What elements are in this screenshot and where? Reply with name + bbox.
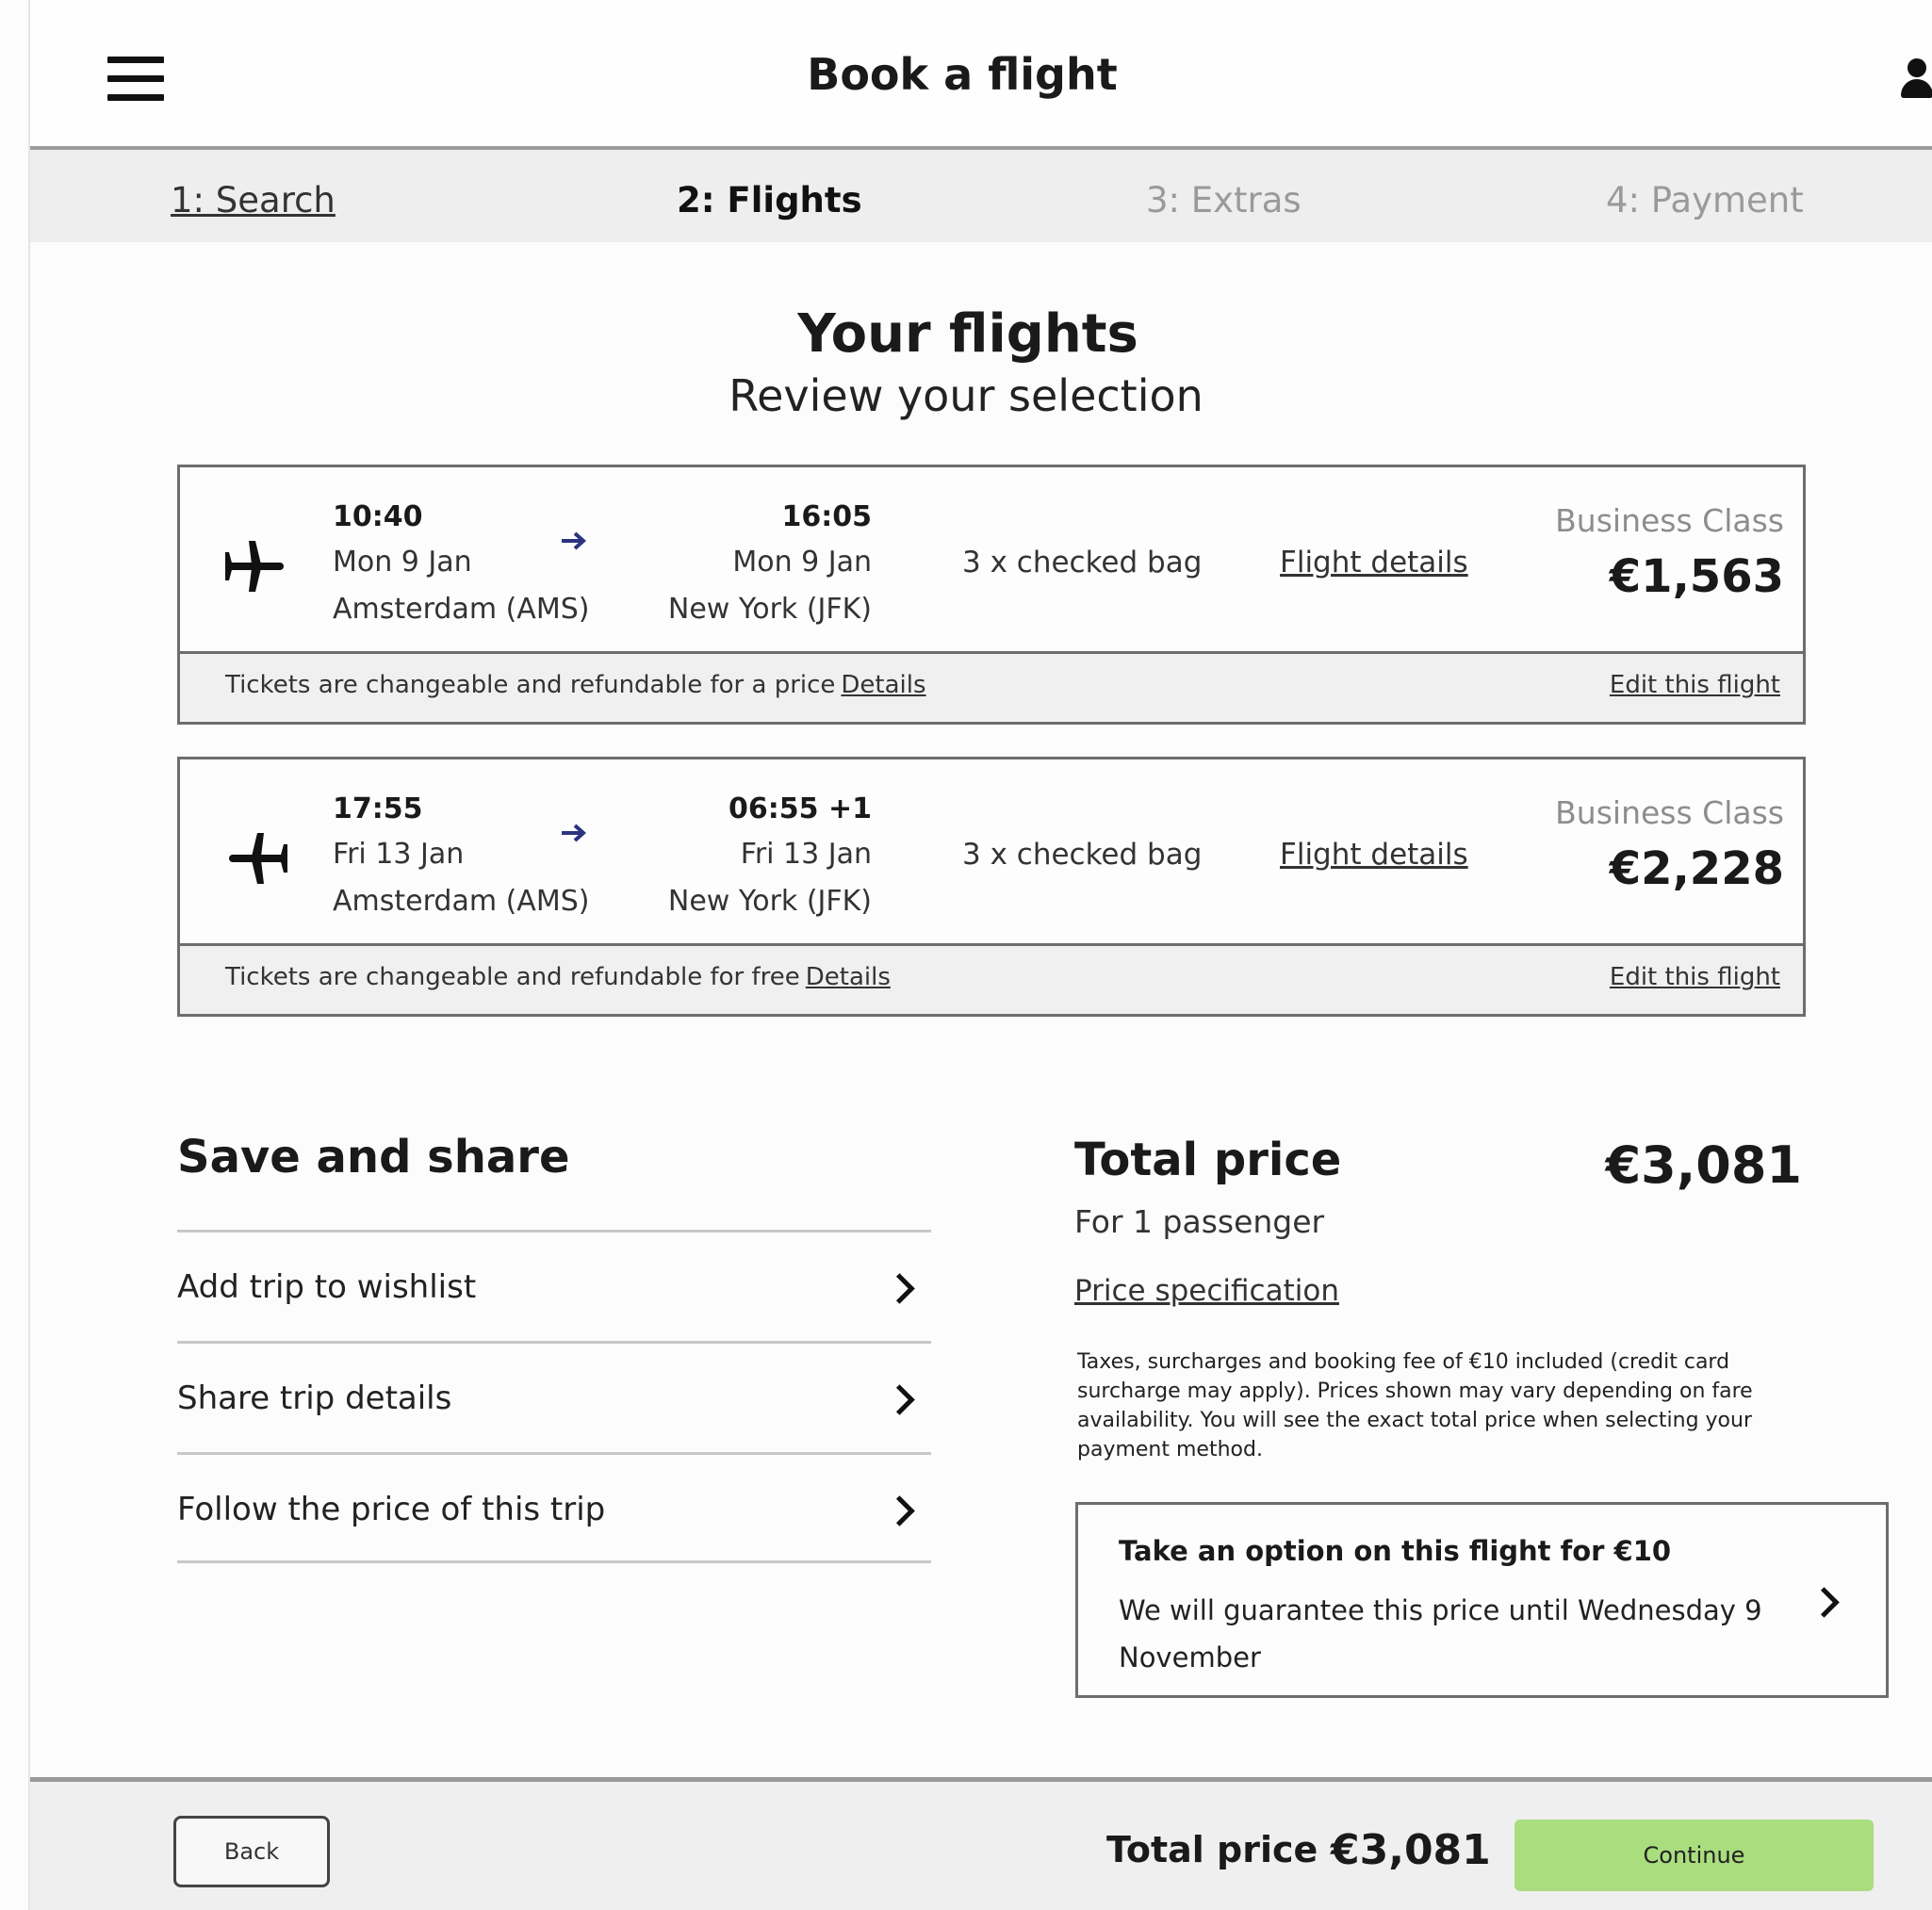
step-flights: 2: Flights — [677, 180, 862, 220]
take-option-card[interactable]: Take an option on this flight for €10 We… — [1075, 1502, 1889, 1698]
price-specification-link[interactable]: Price specification — [1074, 1274, 1339, 1308]
plane-left-icon — [229, 833, 287, 884]
arrow-right-icon — [562, 824, 587, 842]
departure-time: 17:55 — [333, 792, 423, 825]
bottom-total-value: €3,081 — [1331, 1826, 1491, 1874]
chevron-right-icon — [884, 1273, 915, 1304]
save-share-title: Save and share — [177, 1131, 570, 1184]
flight-card-return: 17:55 Fri 13 Jan Amsterdam (AMS) 06:55 +… — [177, 757, 1806, 1017]
page-title: Your flights — [797, 303, 1138, 365]
save-share-list: Add trip to wishlist Share trip details … — [177, 1230, 931, 1563]
page-edge — [28, 0, 30, 1910]
arrow-right-icon — [562, 531, 587, 550]
baggage-info: 3 x checked bag — [962, 546, 1203, 580]
flight-price: €2,228 — [1609, 842, 1784, 895]
follow-price-item[interactable]: Follow the price of this trip — [177, 1452, 931, 1563]
booking-steps: 1: Search 2: Flights 3: Extras 4: Paymen… — [30, 146, 1932, 242]
ticket-conditions-bar: Tickets are changeable and refundable fo… — [180, 943, 1803, 1014]
departure-airport: Amsterdam (AMS) — [333, 593, 590, 626]
share-trip-item[interactable]: Share trip details — [177, 1341, 931, 1452]
app-header: Book a flight — [30, 0, 1932, 146]
ticket-details-link[interactable]: Details — [806, 963, 891, 991]
arrival-time: 16:05 — [781, 500, 873, 533]
departure-time: 10:40 — [333, 500, 423, 533]
price-disclaimer: Taxes, surcharges and booking fee of €10… — [1077, 1350, 1753, 1461]
add-to-wishlist-item[interactable]: Add trip to wishlist — [177, 1230, 931, 1341]
bottom-total-label: Total price — [1106, 1829, 1318, 1870]
list-item-label: Add trip to wishlist — [177, 1268, 477, 1306]
flight-details-link[interactable]: Flight details — [1280, 546, 1468, 580]
option-title: Take an option on this flight for €10 — [1119, 1535, 1672, 1567]
cabin-class: Business Class — [1555, 794, 1784, 831]
list-item-label: Follow the price of this trip — [177, 1491, 606, 1528]
flight-card-outbound: 10:40 Mon 9 Jan Amsterdam (AMS) 16:05 Mo… — [177, 465, 1806, 725]
arrival-airport: New York (JFK) — [667, 885, 872, 918]
edit-flight-link[interactable]: Edit this flight — [1610, 671, 1780, 699]
arrival-airport: New York (JFK) — [667, 593, 872, 626]
chevron-right-icon — [884, 1495, 915, 1526]
edit-flight-link[interactable]: Edit this flight — [1610, 963, 1780, 991]
ticket-conditions-text: Tickets are changeable and refundable fo… — [225, 671, 836, 699]
option-description: We will guarantee this price until Wedne… — [1119, 1594, 1762, 1673]
departure-airport: Amsterdam (AMS) — [333, 885, 590, 918]
ticket-conditions-bar: Tickets are changeable and refundable fo… — [180, 651, 1803, 722]
ticket-conditions: Tickets are changeable and refundable fo… — [225, 963, 891, 991]
total-price-title: Total price — [1074, 1134, 1342, 1186]
departure-date: Mon 9 Jan — [333, 546, 472, 579]
plane-right-icon — [225, 541, 284, 592]
continue-button[interactable]: Continue — [1514, 1820, 1874, 1891]
arrival-date: Fri 13 Jan — [740, 838, 872, 871]
departure-date: Fri 13 Jan — [333, 838, 465, 871]
list-item-label: Share trip details — [177, 1379, 452, 1417]
cabin-class: Business Class — [1555, 502, 1784, 539]
total-price-value: €3,081 — [1605, 1135, 1802, 1195]
arrival-time: 06:55 +1 — [729, 792, 872, 825]
page-subtitle: Review your selection — [729, 370, 1203, 421]
user-icon[interactable] — [1900, 58, 1932, 100]
back-button[interactable]: Back — [173, 1816, 330, 1887]
ticket-conditions-text: Tickets are changeable and refundable fo… — [225, 963, 800, 991]
arrival-date: Mon 9 Jan — [732, 546, 872, 579]
baggage-info: 3 x checked bag — [962, 838, 1203, 872]
flight-details-link[interactable]: Flight details — [1280, 838, 1468, 872]
step-search[interactable]: 1: Search — [171, 180, 336, 220]
passenger-count: For 1 passenger — [1074, 1203, 1325, 1240]
ticket-details-link[interactable]: Details — [841, 671, 925, 699]
page-header-title: Book a flight — [807, 49, 1118, 100]
step-payment: 4: Payment — [1606, 180, 1804, 220]
step-extras: 3: Extras — [1146, 180, 1302, 220]
bottom-action-bar: Back Total price €3,081 Continue — [30, 1777, 1932, 1910]
ticket-conditions: Tickets are changeable and refundable fo… — [225, 671, 926, 699]
chevron-right-icon — [884, 1384, 915, 1415]
flight-price: €1,563 — [1609, 550, 1784, 603]
